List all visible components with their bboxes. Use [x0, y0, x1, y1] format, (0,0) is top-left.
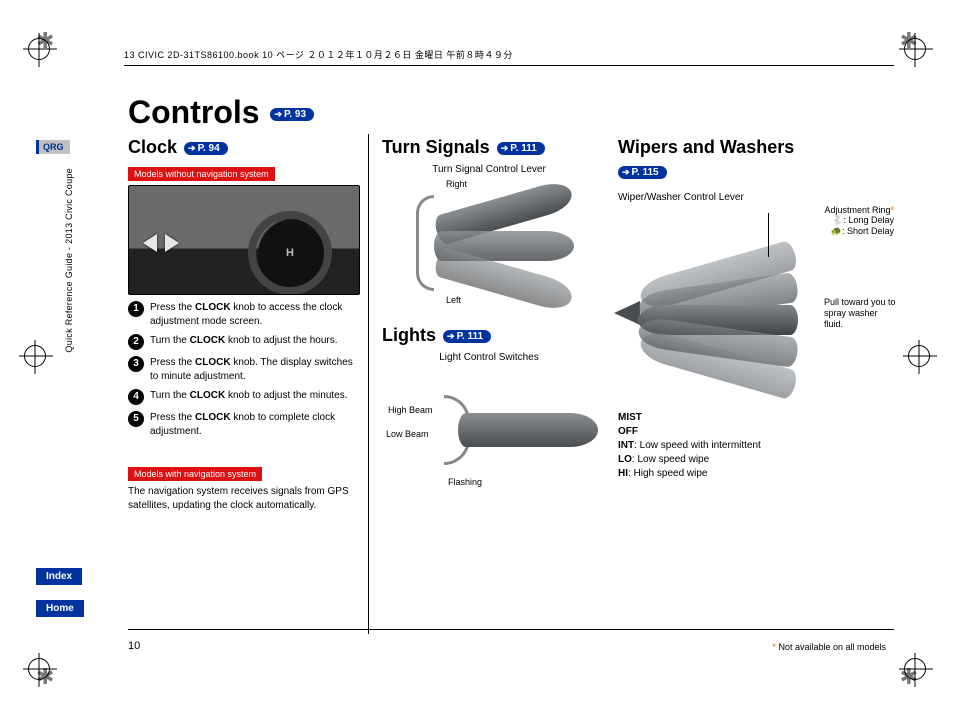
wiper-figure: Pull toward you to spray washer fluid. — [618, 237, 894, 407]
register-mark-icon — [24, 345, 46, 367]
motion-arrow-icon — [416, 195, 434, 291]
center-column: Turn Signals P. 111 Turn Signal Control … — [382, 135, 596, 512]
page-ref-lights[interactable]: P. 111 — [443, 330, 491, 343]
nav-clock-text: The navigation system receives signals f… — [128, 485, 360, 512]
home-button[interactable]: Home — [36, 600, 84, 617]
page: ✱ ✱ ✱ ✱ 13 CIVIC 2D-31TS86100.book 10 ペー… — [0, 0, 954, 718]
turn-caption: Turn Signal Control Lever — [382, 164, 596, 175]
step-bold: CLOCK — [190, 390, 226, 401]
light-stalk-icon — [458, 413, 598, 447]
leader-line — [768, 213, 769, 257]
step-number: 3 — [128, 356, 144, 372]
content-area: Controls P. 93 Clock P. 94 Models withou… — [128, 94, 894, 658]
clock-heading-text: Clock — [128, 137, 177, 157]
step-bold: CLOCK — [195, 357, 231, 368]
long-delay-label: 🐇: Long Delay — [618, 215, 894, 226]
step-bold: CLOCK — [195, 302, 231, 313]
stalk-base-icon — [614, 301, 640, 325]
pull-label: Pull toward you to spray washer fluid. — [824, 297, 896, 329]
step-number: 2 — [128, 334, 144, 350]
step-number: 4 — [128, 389, 144, 405]
step-text: Turn the — [150, 335, 190, 346]
label-high-beam: High Beam — [388, 405, 433, 415]
chip-nav: Models with navigation system — [128, 467, 262, 481]
adjustment-ring-label: Adjustment Ring* — [618, 205, 894, 215]
dashboard-figure: H — [128, 185, 360, 295]
register-mark-icon — [904, 38, 926, 60]
footnote-text: Not available on all models — [778, 642, 886, 652]
mode-int: INT: Low speed with intermittent — [618, 439, 894, 453]
turn-heading: Turn Signals P. 111 — [382, 137, 596, 158]
clock-step: 5Press the CLOCK knob to complete clock … — [128, 411, 360, 438]
page-ref-turn[interactable]: P. 111 — [497, 142, 545, 155]
arrow-right-icon — [165, 234, 179, 252]
register-mark-icon — [904, 658, 926, 680]
footnote-star-icon: * — [772, 642, 776, 652]
footnote-star-icon: * — [890, 205, 894, 215]
clock-step: 4 Turn the CLOCK knob to adjust the minut… — [128, 389, 360, 405]
page-ref-controls[interactable]: P. 93 — [270, 108, 314, 121]
wiper-mode-list: MIST OFF INT: Low speed with intermitten… — [618, 411, 894, 481]
wiper-caption: Wiper/Washer Control Lever — [618, 192, 894, 203]
lights-caption: Light Control Switches — [382, 352, 596, 363]
wipers-heading: Wipers and Washers — [618, 137, 894, 158]
step-number: 5 — [128, 411, 144, 427]
column-divider — [368, 134, 369, 634]
clock-step: 2 Turn the CLOCK knob to adjust the hours… — [128, 334, 360, 350]
register-mark-icon — [908, 345, 930, 367]
turn-heading-text: Turn Signals — [382, 137, 490, 157]
step-text: Press the — [150, 302, 195, 313]
page-ref-clock[interactable]: P. 94 — [184, 142, 228, 155]
step-text: Press the — [150, 412, 195, 423]
clock-step: 3Press the CLOCK knob. The display switc… — [128, 356, 360, 383]
clock-step: 1Press the CLOCK knob to access the cloc… — [128, 301, 360, 328]
mode-mist: MIST — [618, 411, 894, 425]
wipers-heading-text: Wipers and Washers — [618, 137, 794, 157]
wipers-column: Wipers and Washers P. 115 Wiper/Washer C… — [618, 135, 894, 512]
lights-heading-text: Lights — [382, 325, 436, 345]
register-mark-icon — [28, 38, 50, 60]
mode-hi: HI: High speed wipe — [618, 467, 894, 481]
label-low-beam: Low Beam — [386, 429, 429, 439]
step-text: Turn the — [150, 390, 190, 401]
step-text: Press the — [150, 357, 195, 368]
footnote: * Not available on all models — [772, 642, 886, 652]
step-bold: CLOCK — [190, 335, 226, 346]
step-number: 1 — [128, 301, 144, 317]
label-flashing: Flashing — [448, 477, 482, 487]
short-delay-label: 🐢: Short Delay — [618, 226, 894, 237]
title-text: Controls — [128, 94, 260, 130]
arrow-left-icon — [143, 234, 157, 252]
running-header: 13 CIVIC 2D-31TS86100.book 10 ページ ２０１２年１… — [124, 48, 894, 66]
step-text: knob to adjust the hours. — [225, 335, 337, 346]
lights-heading: Lights P. 111 — [382, 325, 596, 346]
mode-off: OFF — [618, 425, 894, 439]
light-switch-figure: High Beam Low Beam Flashing — [382, 365, 596, 495]
label-right: Right — [446, 179, 467, 189]
mode-lo: LO: Low speed wipe — [618, 453, 894, 467]
footer-rule — [128, 629, 894, 630]
honda-logo-icon: H — [286, 247, 294, 259]
clock-heading: Clock P. 94 — [128, 137, 360, 158]
turn-signal-figure: Right Left — [382, 177, 596, 307]
clock-column: Clock P. 94 Models without navigation sy… — [128, 135, 360, 512]
label-left: Left — [446, 295, 461, 305]
index-button[interactable]: Index — [36, 568, 82, 585]
step-bold: CLOCK — [195, 412, 231, 423]
qrg-tab[interactable]: QRG — [36, 140, 70, 154]
register-mark-icon — [28, 658, 50, 680]
page-number: 10 — [128, 640, 140, 652]
chip-no-nav: Models without navigation system — [128, 167, 275, 181]
step-text: knob to adjust the minutes. — [225, 390, 347, 401]
page-ref-wipers[interactable]: P. 115 — [618, 166, 667, 179]
guide-title-vertical: Quick Reference Guide - 2013 Civic Coupe — [64, 168, 76, 353]
clock-steps: 1Press the CLOCK knob to access the cloc… — [128, 301, 360, 438]
page-title: Controls P. 93 — [128, 94, 894, 131]
